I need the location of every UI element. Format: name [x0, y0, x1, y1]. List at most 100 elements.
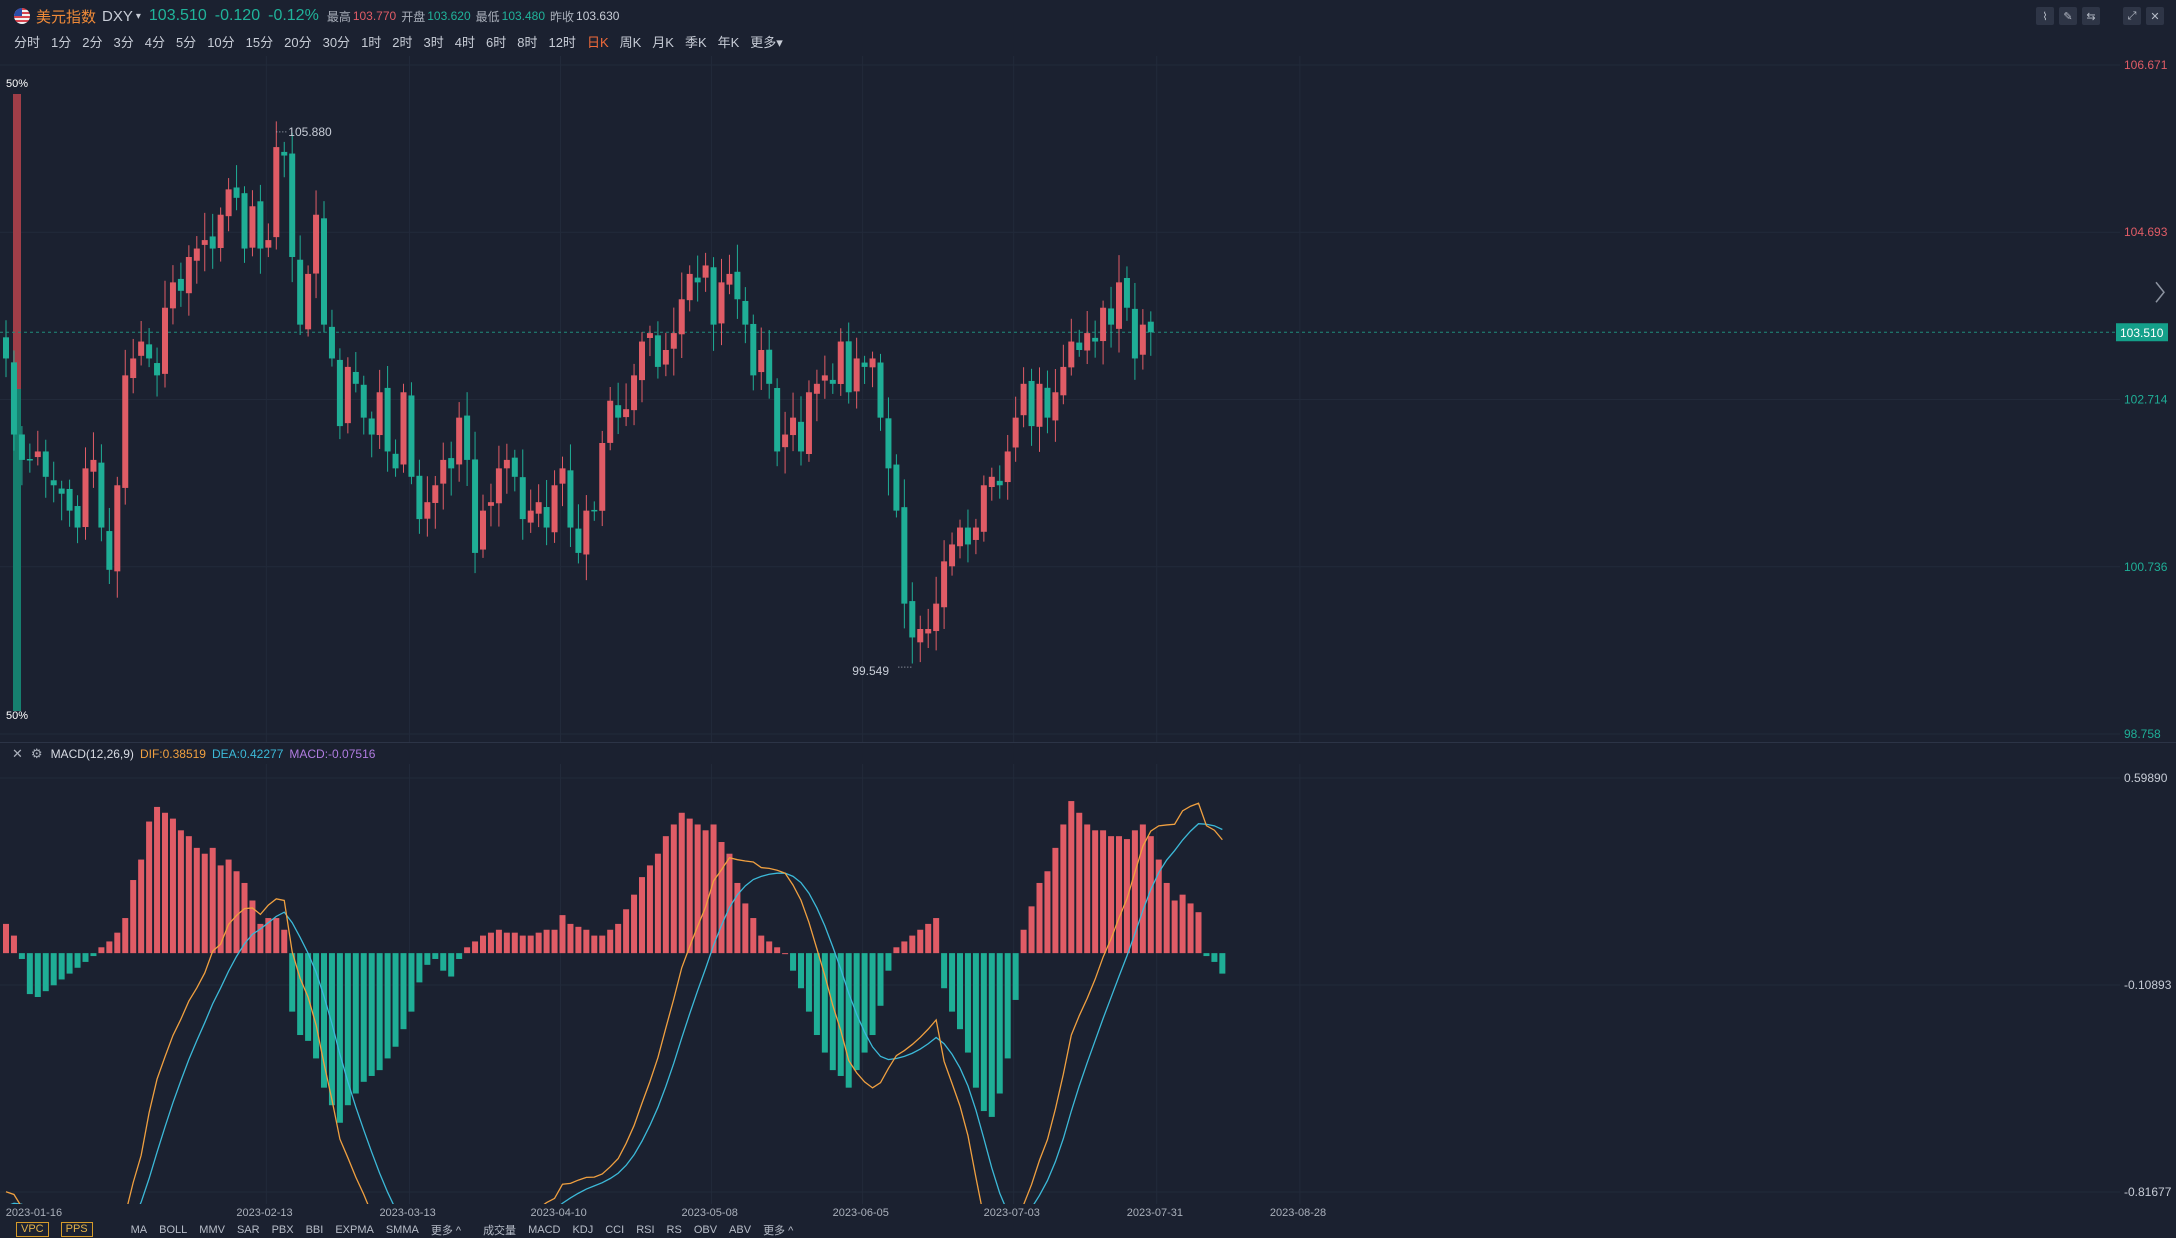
pane-divider[interactable] [0, 742, 2176, 743]
period-3[interactable]: 3分 [107, 32, 138, 51]
chevron-right-icon[interactable] [2155, 281, 2165, 303]
period-2[interactable]: 2分 [76, 32, 107, 51]
tag-vpc[interactable]: VPC [16, 1222, 49, 1237]
period-14[interactable]: 6时 [480, 32, 511, 51]
chart-style-icon[interactable]: ⌇ [2036, 7, 2054, 25]
macd-histogram-bar [646, 865, 653, 954]
macd-histogram-bar [702, 830, 709, 954]
macd-histogram-bar [34, 953, 41, 998]
indicator-8[interactable]: 更多 ^ [431, 1222, 461, 1238]
period-7[interactable]: 15分 [240, 32, 278, 51]
period-19[interactable]: 月K [646, 32, 679, 51]
period-20[interactable]: 季K [679, 32, 712, 51]
period-9[interactable]: 30分 [317, 32, 355, 51]
indicator-10[interactable]: MACD [528, 1224, 560, 1236]
candle-body [273, 147, 280, 238]
macd-header: ✕ ⚙ MACD(12,26,9) DIF:0.38519 DEA:0.4227… [12, 745, 375, 763]
close-icon[interactable]: ✕ [12, 746, 23, 762]
macd-histogram-bar [392, 953, 399, 1047]
macd-histogram-bar [384, 953, 391, 1059]
indicator-9[interactable]: 成交量 [483, 1222, 516, 1238]
period-8[interactable]: 20分 [278, 32, 316, 51]
period-12[interactable]: 3时 [418, 32, 449, 51]
period-13[interactable]: 4时 [449, 32, 480, 51]
macd-histogram-bar [50, 953, 57, 986]
candle-body [1084, 333, 1091, 351]
period-1[interactable]: 1分 [45, 32, 76, 51]
candle-body [551, 485, 558, 533]
price-tick-label: 104.693 [2124, 225, 2168, 239]
symbol-code[interactable]: DXY [102, 8, 133, 25]
indicator-6[interactable]: EXPMA [335, 1224, 374, 1236]
indicator-2[interactable]: MMV [199, 1224, 225, 1236]
indicator-13[interactable]: RSI [636, 1224, 654, 1236]
candle-body [1020, 383, 1027, 416]
settings-icon[interactable]: ⚙ [31, 746, 43, 762]
window-toolbar: ⌇ ✎ ⇆ ⤢ ✕ [2036, 7, 2164, 25]
macd-chart[interactable]: 0.59890 -0.10893 -0.81677 [0, 764, 2176, 1204]
candle-body [321, 218, 327, 325]
draw-icon[interactable]: ✎ [2059, 7, 2077, 25]
indicator-16[interactable]: ABV [729, 1224, 751, 1236]
period-22[interactable]: 更多▾ [744, 32, 788, 51]
macd-histogram-bar [201, 853, 208, 954]
indicator-7[interactable]: SMMA [386, 1224, 419, 1236]
indicator-5[interactable]: BBI [306, 1224, 324, 1236]
indicator-17[interactable]: 更多 ^ [763, 1222, 793, 1238]
macd-histogram-bar [782, 953, 789, 955]
indicator-0[interactable]: MA [131, 1224, 148, 1236]
candle-body [217, 214, 224, 248]
period-15[interactable]: 8时 [511, 32, 542, 51]
candle-body [527, 510, 534, 523]
candle-body [50, 480, 57, 486]
indicator-1[interactable]: BOLL [159, 1224, 187, 1236]
close-icon[interactable]: ✕ [2146, 7, 2164, 25]
candle-body [1092, 337, 1099, 342]
macd-histogram-bar [1195, 912, 1202, 954]
period-4[interactable]: 4分 [139, 32, 170, 51]
candle-body [448, 458, 455, 469]
period-10[interactable]: 1时 [355, 32, 386, 51]
macd-histogram-bar [241, 882, 248, 954]
indicator-3[interactable]: SAR [237, 1224, 260, 1236]
macd-histogram-bar [949, 953, 956, 1012]
compare-icon[interactable]: ⇆ [2082, 7, 2100, 25]
chevron-down-icon[interactable]: ▾ [136, 11, 141, 22]
period-0[interactable]: 分时 [8, 32, 45, 51]
candle-body [408, 395, 415, 477]
macd-histogram-bar [74, 953, 81, 968]
period-6[interactable]: 10分 [201, 32, 239, 51]
expand-icon[interactable]: ⤢ [2123, 7, 2141, 25]
macd-histogram-bar [607, 929, 614, 954]
candle-body [519, 477, 526, 520]
period-11[interactable]: 2时 [386, 32, 417, 51]
candle-body [249, 206, 256, 248]
macd-histogram-bar [964, 953, 971, 1053]
candle-body [710, 267, 717, 325]
indicator-11[interactable]: KDJ [572, 1224, 593, 1236]
macd-histogram-bar [90, 953, 97, 957]
macd-histogram-bar [670, 824, 677, 954]
macd-histogram-bar [527, 935, 534, 954]
symbol-name[interactable]: 美元指数 [36, 6, 96, 27]
period-21[interactable]: 年K [712, 32, 745, 51]
period-16[interactable]: 12时 [542, 32, 580, 51]
indicator-4[interactable]: PBX [272, 1224, 294, 1236]
price-change: -0.120 [214, 7, 261, 24]
date-tick-label: 2023-01-16 [6, 1207, 62, 1219]
candle-body [106, 531, 113, 570]
macd-histogram-bar [225, 859, 232, 954]
indicator-14[interactable]: RS [667, 1224, 682, 1236]
candle-body [575, 528, 582, 553]
period-5[interactable]: 5分 [170, 32, 201, 51]
candlestick-chart[interactable]: 50% 50% 105.880 99.549 [0, 56, 2120, 742]
indicator-15[interactable]: OBV [694, 1224, 717, 1236]
period-18[interactable]: 周K [614, 32, 647, 51]
macd-histogram-bar [1203, 953, 1210, 957]
tag-pps[interactable]: PPS [60, 1222, 93, 1237]
period-17[interactable]: 日K [581, 32, 614, 51]
macd-histogram-bar [503, 932, 510, 954]
indicator-12[interactable]: CCI [605, 1224, 624, 1236]
candle-body [177, 278, 184, 291]
macd-histogram-bar [813, 953, 820, 1036]
